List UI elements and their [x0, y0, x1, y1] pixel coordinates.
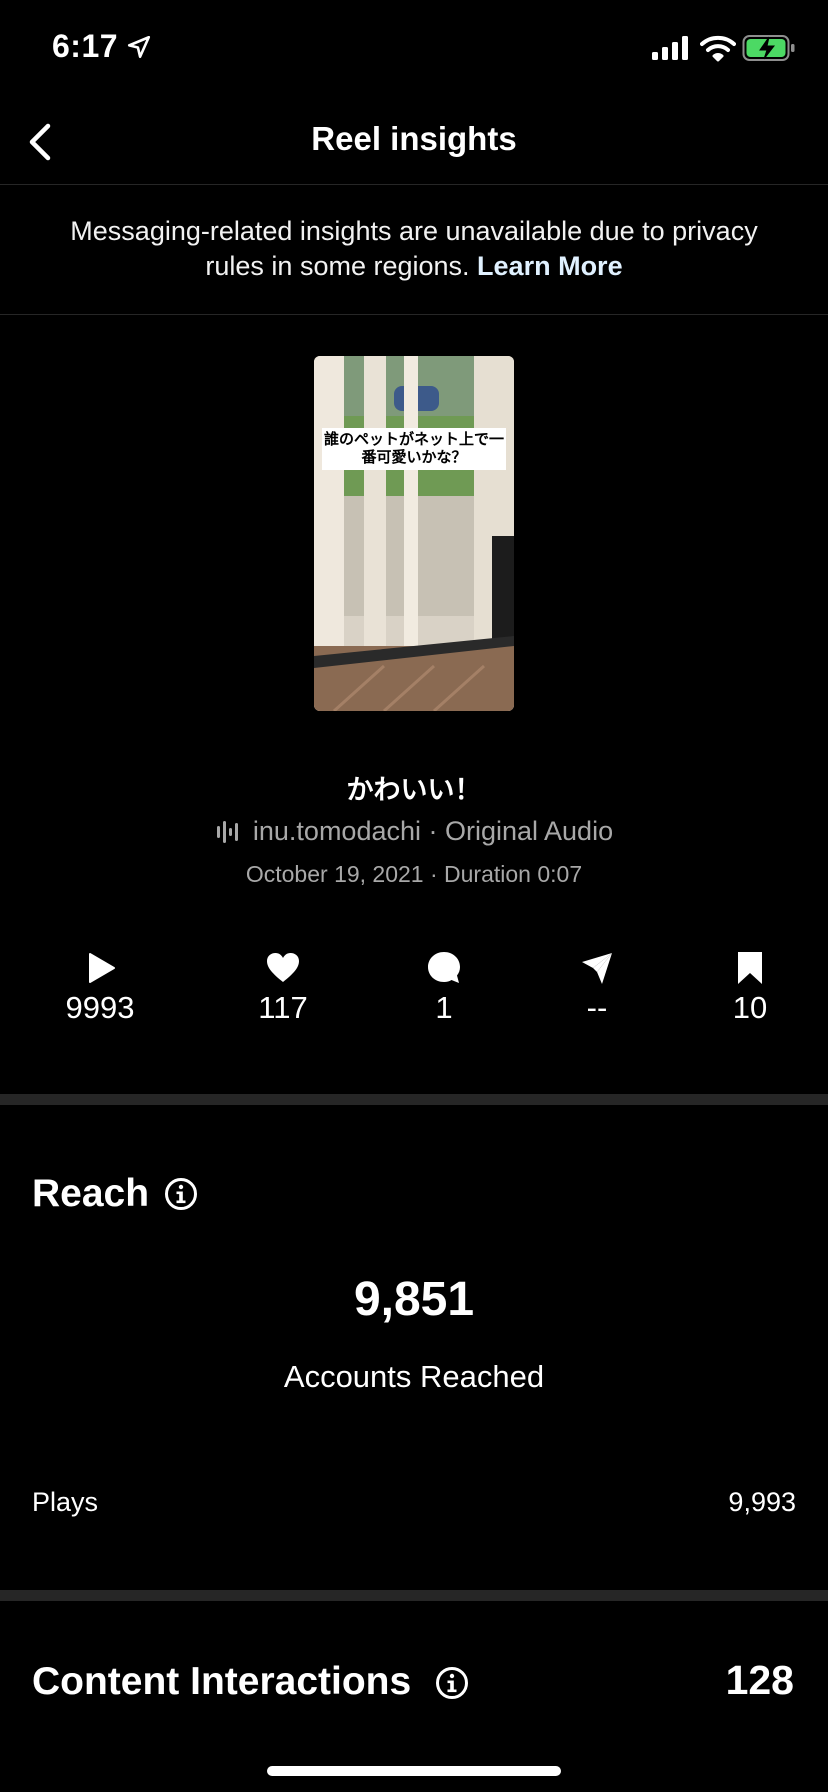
divider: [0, 184, 828, 185]
stat-plays: 9993: [30, 950, 170, 1026]
divider: [0, 314, 828, 315]
reel-thumbnail[interactable]: 誰のペットがネット上で一番可愛いかな？: [314, 356, 514, 711]
content-interactions-title: Content Interactions: [32, 1660, 412, 1703]
audio-waveform-icon: [216, 820, 238, 843]
stat-shares: --: [527, 950, 667, 1026]
privacy-notice: Messaging-related insights are unavailab…: [70, 214, 758, 284]
home-indicator[interactable]: [267, 1766, 561, 1776]
stat-saves: 10: [680, 950, 820, 1026]
bookmark-icon: [738, 952, 762, 984]
location-arrow-icon: [127, 35, 151, 59]
plays-label: Plays: [32, 1487, 99, 1517]
cellular-signal-icon: [652, 36, 688, 60]
reel-thumbnail-image: [314, 356, 514, 711]
section-divider: [0, 1094, 828, 1105]
stat-plays-value: 9993: [65, 990, 135, 1025]
section-divider: [0, 1590, 828, 1601]
date-duration: October 19, 2021 · Duration 0:07: [245, 861, 583, 887]
battery-charging-icon: [742, 35, 795, 61]
learn-more-link[interactable]: Learn More: [477, 251, 623, 281]
stat-saves-value: 10: [732, 990, 768, 1025]
accounts-reached-value: 9,851: [353, 1273, 475, 1326]
send-icon: [582, 953, 612, 984]
play-icon: [89, 953, 115, 983]
page-title: Reel insights: [311, 120, 517, 157]
status-time: 6:17: [52, 28, 119, 64]
stat-likes-value: 117: [258, 990, 308, 1025]
reel-title: かわいい！: [346, 775, 482, 805]
comment-bubble-icon: [428, 952, 460, 983]
info-icon[interactable]: [435, 1666, 469, 1700]
heart-icon: [267, 953, 299, 982]
info-icon[interactable]: [164, 1177, 198, 1211]
stat-comments: 1: [374, 950, 514, 1026]
stat-shares-value: --: [586, 990, 608, 1025]
audio-info[interactable]: inu.tomodachi · Original Audio: [0, 816, 828, 847]
plays-value: 9,993: [728, 1487, 796, 1517]
reel-thumbnail-caption: 誰のペットがネット上で一番可愛いかな？: [322, 428, 506, 470]
content-interactions-value: 128: [725, 1657, 794, 1703]
stat-likes: 117: [213, 950, 353, 1026]
reach-title: Reach: [32, 1172, 150, 1215]
wifi-icon: [700, 35, 736, 62]
accounts-reached-label: Accounts Reached: [283, 1359, 545, 1394]
audio-label: inu.tomodachi · Original Audio: [252, 816, 614, 846]
privacy-notice-text: Messaging-related insights are unavailab…: [70, 216, 758, 281]
stat-comments-value: 1: [435, 990, 453, 1025]
